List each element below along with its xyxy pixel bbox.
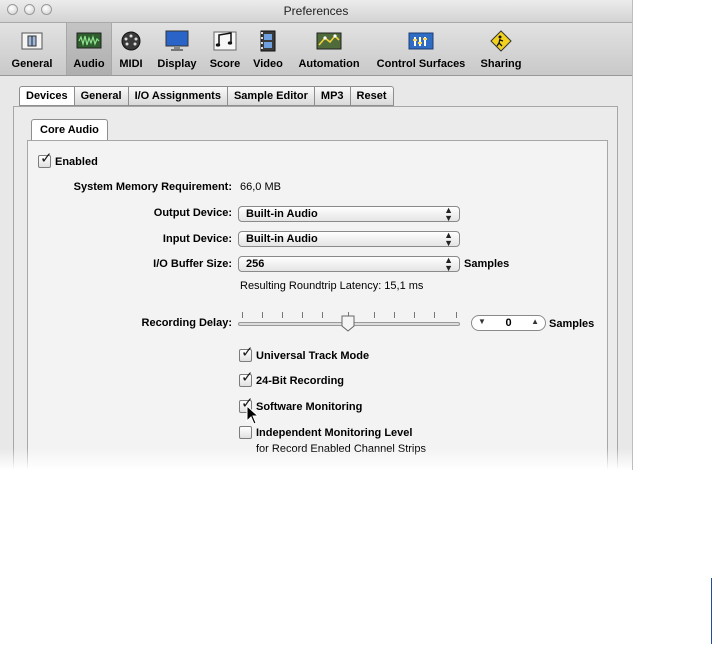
independent-monitoring-label: Independent Monitoring Level (256, 427, 413, 439)
toolbar-item-audio[interactable]: Audio (66, 23, 112, 75)
output-device-popup[interactable]: Built-in Audio ▲ ▼ (238, 205, 460, 223)
audio-icon (76, 32, 102, 49)
input-device-popup[interactable]: Built-in Audio ▲ ▼ (238, 230, 460, 248)
tab-general[interactable]: General (74, 86, 129, 106)
score-icon (213, 31, 237, 51)
increment-arrow-icon[interactable]: ▲ (531, 317, 539, 326)
general-icon (21, 32, 43, 50)
toolbar-item-video[interactable]: Video (248, 26, 288, 72)
window-title: Preferences (283, 4, 349, 18)
mouse-pointer-icon (246, 405, 260, 425)
buffer-size-popup[interactable]: 256 ▲ ▼ (238, 255, 460, 273)
popup-arrows-icon: ▲ ▼ (444, 255, 453, 273)
universal-track-mode-label: Universal Track Mode (256, 350, 370, 362)
preferences-window: Preferences General Audio MIDI Display S… (0, 0, 633, 470)
bit24-recording-checkbox[interactable]: ✓ (239, 370, 254, 387)
automation-icon (316, 32, 342, 50)
toolbar-item-display[interactable]: Display (152, 26, 202, 72)
memory-value: 66,0 MB (240, 181, 281, 193)
video-icon (260, 30, 276, 52)
tab-sample-editor[interactable]: Sample Editor (227, 86, 315, 106)
display-icon (165, 30, 189, 51)
control-surfaces-icon (408, 32, 434, 50)
toolbar-item-general[interactable]: General (3, 26, 61, 72)
bit24-recording-label: 24-Bit Recording (256, 375, 345, 387)
slider-knob[interactable] (341, 315, 355, 332)
toolbar-item-sharing[interactable]: Sharing (474, 26, 528, 72)
tab-devices[interactable]: Devices (19, 86, 75, 106)
enabled-label: Enabled (55, 156, 98, 168)
enabled-checkbox[interactable]: ✓ (38, 151, 53, 168)
title-bar: Preferences (0, 0, 632, 23)
recording-delay-stepper[interactable]: ▼ 0 ▲ (471, 315, 546, 331)
tab-mp3[interactable]: MP3 (314, 86, 351, 106)
margin-rule (711, 578, 712, 644)
tab-bar: Devices General I/O Assignments Sample E… (19, 86, 394, 106)
tab-reset[interactable]: Reset (350, 86, 394, 106)
universal-track-mode-checkbox[interactable]: ✓ (239, 345, 254, 362)
popup-arrows-icon: ▲ ▼ (444, 205, 453, 223)
tab-io-assignments[interactable]: I/O Assignments (128, 86, 228, 106)
latency-text: Resulting Roundtrip Latency: 15,1 ms (240, 280, 424, 292)
toolbar-item-midi[interactable]: MIDI (113, 26, 149, 72)
recording-delay-label: Recording Delay: (141, 317, 232, 329)
toolbar-item-score[interactable]: Score (205, 26, 245, 72)
output-device-label: Output Device: (153, 207, 232, 219)
buffer-unit-label: Samples (464, 258, 510, 270)
software-monitoring-label: Software Monitoring (256, 401, 363, 413)
midi-icon (121, 31, 141, 51)
popup-arrows-icon: ▲ ▼ (444, 230, 453, 248)
input-device-label: Input Device: (162, 233, 232, 245)
toolbar-item-automation[interactable]: Automation (293, 26, 365, 72)
buffer-size-label: I/O Buffer Size: (153, 258, 232, 270)
independent-monitoring-checkbox[interactable] (239, 426, 252, 439)
independent-monitoring-sublabel: for Record Enabled Channel Strips (256, 443, 426, 455)
toolbar-item-control-surfaces[interactable]: Control Surfaces (371, 26, 471, 72)
memory-label: System Memory Requirement: (73, 181, 232, 193)
sharing-icon (490, 30, 512, 52)
delay-unit-label: Samples (549, 318, 595, 330)
tab-core-audio[interactable]: Core Audio (31, 119, 108, 140)
toolbar: General Audio MIDI Display Score Video A… (0, 23, 632, 76)
